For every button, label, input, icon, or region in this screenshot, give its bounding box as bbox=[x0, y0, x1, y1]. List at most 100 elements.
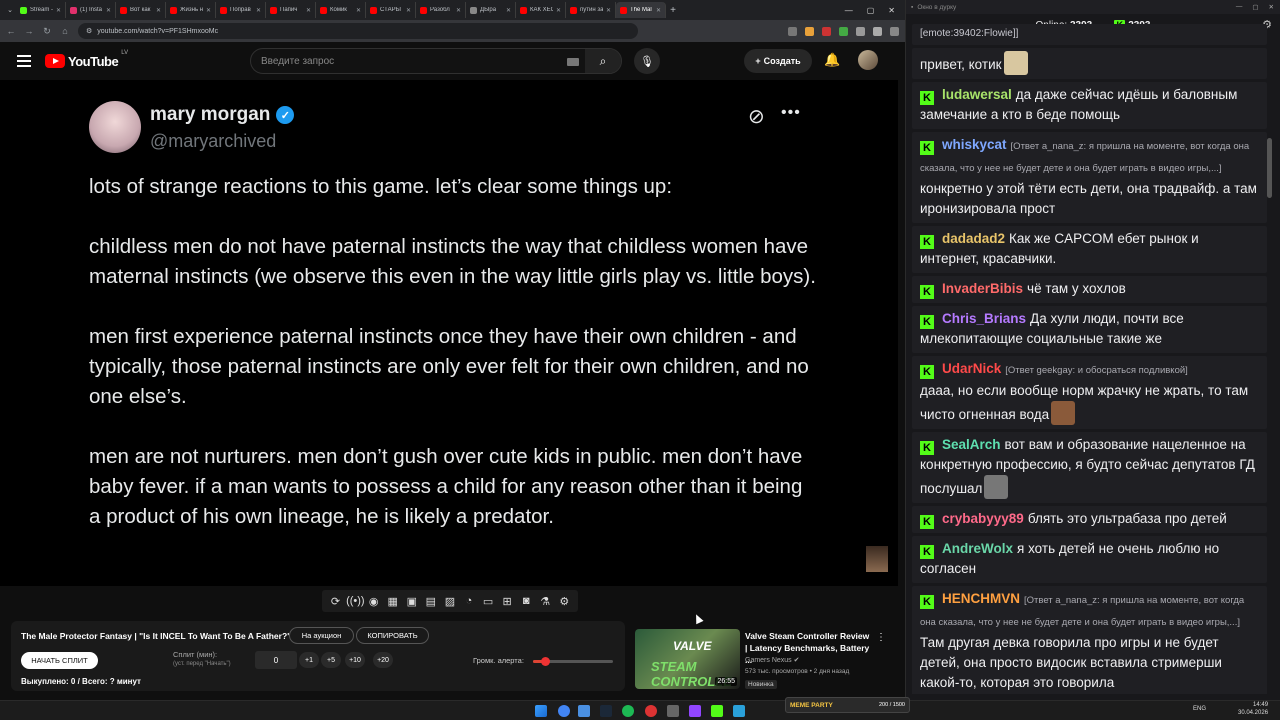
telegram-icon[interactable] bbox=[733, 705, 745, 717]
browser-tab[interactable]: путин за ✕ bbox=[566, 2, 616, 18]
tab-close-icon[interactable]: ✕ bbox=[306, 7, 311, 14]
tab-close-icon[interactable]: ✕ bbox=[556, 7, 561, 14]
extension-icon[interactable] bbox=[839, 26, 848, 36]
tab-close-icon[interactable]: ✕ bbox=[656, 7, 661, 14]
menu-icon[interactable] bbox=[890, 26, 899, 36]
step-plus-1-button[interactable]: +1 bbox=[299, 652, 319, 668]
language-indicator[interactable]: ENG bbox=[1193, 706, 1206, 712]
downloads-icon[interactable] bbox=[856, 26, 865, 36]
steam-icon[interactable] bbox=[600, 705, 612, 717]
search-button[interactable]: ⌕ bbox=[585, 49, 621, 73]
chat-username[interactable]: ludawersal bbox=[942, 87, 1012, 102]
mic-icon[interactable]: 🎙 bbox=[634, 48, 660, 74]
loop-icon[interactable]: ⟳ bbox=[327, 595, 344, 608]
subtitles-icon[interactable]: ▤ bbox=[422, 595, 439, 608]
minimize-icon[interactable]: — bbox=[1236, 3, 1243, 11]
youtube-logo[interactable]: YouTube LV bbox=[45, 50, 128, 69]
recommended-channel[interactable]: Gamers Nexus ✔ bbox=[745, 656, 800, 664]
avatar[interactable] bbox=[858, 50, 878, 70]
browser-tab[interactable]: СТАРЫ ✕ bbox=[366, 2, 416, 18]
extension-icon[interactable] bbox=[788, 26, 797, 36]
folder-icon[interactable] bbox=[578, 705, 590, 717]
close-window-icon[interactable]: ✕ bbox=[888, 6, 895, 15]
minimize-icon[interactable]: — bbox=[845, 6, 853, 15]
tab-close-icon[interactable]: ✕ bbox=[56, 7, 61, 14]
home-icon[interactable]: ⌂ bbox=[60, 26, 70, 36]
media-widget[interactable]: MEME PARTY 200 / 1500 bbox=[785, 697, 910, 713]
eye-icon[interactable]: ◉ bbox=[365, 595, 382, 608]
step-plus-5-button[interactable]: +5 bbox=[321, 652, 341, 668]
chat-username[interactable]: AndreWolx bbox=[942, 541, 1013, 556]
tab-close-icon[interactable]: ✕ bbox=[256, 7, 261, 14]
frame-icon[interactable]: ▭ bbox=[480, 595, 497, 608]
chat-reply[interactable]: [Ответ geekgay: и обосраться подливкой] bbox=[1005, 365, 1188, 376]
picture-icon[interactable]: ▣ bbox=[403, 595, 420, 608]
browser-tab[interactable]: The Mal ✕ bbox=[616, 2, 666, 18]
browser-tab[interactable]: Поправ ✕ bbox=[216, 2, 266, 18]
new-tab-button[interactable]: + bbox=[666, 5, 680, 16]
tab-close-icon[interactable]: ✕ bbox=[156, 7, 161, 14]
extension-icon[interactable] bbox=[822, 26, 831, 36]
tab-close-icon[interactable]: ✕ bbox=[606, 7, 611, 14]
auction-button[interactable]: На аукцион bbox=[289, 627, 354, 644]
app-icon[interactable] bbox=[667, 705, 679, 717]
chat-username[interactable]: Chris_Brians bbox=[942, 311, 1026, 326]
alert-volume-slider[interactable] bbox=[533, 657, 613, 666]
browser-tab[interactable]: Папич ✕ bbox=[266, 2, 316, 18]
step-plus-10-button[interactable]: +10 bbox=[345, 652, 365, 668]
bell-icon[interactable]: 🔔 bbox=[824, 52, 840, 68]
audio-icon[interactable]: ((•)) bbox=[346, 595, 365, 607]
clock[interactable]: 14:49 30.04.2026 bbox=[1238, 701, 1268, 717]
hamburger-menu-icon[interactable] bbox=[17, 55, 31, 67]
browser-tab[interactable]: Stream - ✕ bbox=[16, 2, 66, 18]
tab-search-icon[interactable]: ⌄ bbox=[4, 4, 16, 16]
chat-username[interactable]: whiskycat bbox=[942, 137, 1007, 152]
flask-icon[interactable]: ⚗ bbox=[537, 595, 554, 608]
add-icon[interactable]: ⊞ bbox=[499, 595, 516, 608]
create-button[interactable]: + Создать bbox=[744, 49, 812, 73]
clapper-icon[interactable]: ▨ bbox=[441, 595, 458, 608]
tab-close-icon[interactable]: ✕ bbox=[456, 7, 461, 14]
tab-close-icon[interactable]: ✕ bbox=[106, 7, 111, 14]
step-plus-20-button[interactable]: +20 bbox=[373, 652, 393, 668]
maximize-icon[interactable]: ▢ bbox=[867, 6, 875, 15]
app-icon[interactable] bbox=[689, 705, 701, 717]
chat-username[interactable]: UdarNick bbox=[942, 361, 1001, 376]
tab-close-icon[interactable]: ✕ bbox=[206, 7, 211, 14]
chat-username[interactable]: HENCHMVN bbox=[942, 591, 1020, 606]
calendar-icon[interactable]: ▦ bbox=[384, 595, 401, 608]
back-icon[interactable]: ← bbox=[6, 26, 16, 36]
scroll-thumb[interactable] bbox=[1267, 138, 1272, 198]
kick-app-icon[interactable] bbox=[711, 705, 723, 717]
camera-icon[interactable]: ◙ bbox=[518, 595, 535, 607]
profile-icon[interactable] bbox=[873, 26, 882, 36]
url-field[interactable]: ⚙ youtube.com/watch?v=PF1SHmxooMc bbox=[78, 23, 638, 39]
copy-button[interactable]: КОПИРОВАТЬ bbox=[356, 627, 429, 644]
browser-tab[interactable]: КАК ХЕС ✕ bbox=[516, 2, 566, 18]
chat-username[interactable]: SealArch bbox=[942, 437, 1001, 452]
more-vert-icon[interactable]: ⋮ bbox=[876, 632, 886, 643]
search-input[interactable]: Введите запрос ⌕ bbox=[250, 48, 622, 74]
speed-icon[interactable]: ◔ bbox=[460, 595, 477, 607]
maximize-icon[interactable]: ▢ bbox=[1252, 3, 1258, 11]
split-minutes-input[interactable]: 0 bbox=[255, 651, 297, 669]
video-player[interactable]: mary morgan ✓ @maryarchived ⊘ ••• lots o… bbox=[0, 80, 898, 586]
tab-close-icon[interactable]: ✕ bbox=[356, 7, 361, 14]
chat-username[interactable]: dadadad2 bbox=[942, 231, 1005, 246]
tab-close-icon[interactable]: ✕ bbox=[506, 7, 511, 14]
keyboard-icon[interactable] bbox=[567, 58, 579, 66]
browser-tab[interactable]: ДЫра ✕ bbox=[466, 2, 516, 18]
browser-tab[interactable]: (1) Insta ✕ bbox=[66, 2, 116, 18]
recommended-thumbnail[interactable]: VALVE STEAM CONTROLLE 26:55 bbox=[635, 629, 740, 689]
spotify-icon[interactable] bbox=[622, 705, 634, 717]
chrome-icon[interactable] bbox=[558, 705, 570, 717]
forward-icon[interactable]: → bbox=[24, 26, 34, 36]
chat-username[interactable]: crybabyyy89 bbox=[942, 511, 1024, 526]
start-icon[interactable] bbox=[535, 705, 547, 717]
reload-icon[interactable]: ↻ bbox=[42, 26, 52, 37]
extension-icon[interactable] bbox=[805, 26, 814, 36]
browser-tab[interactable]: Вот как ✕ bbox=[116, 2, 166, 18]
site-info-icon[interactable]: ⚙ bbox=[86, 27, 92, 35]
gear-icon[interactable]: ⚙ bbox=[556, 595, 573, 608]
close-icon[interactable]: ✕ bbox=[1269, 3, 1274, 11]
